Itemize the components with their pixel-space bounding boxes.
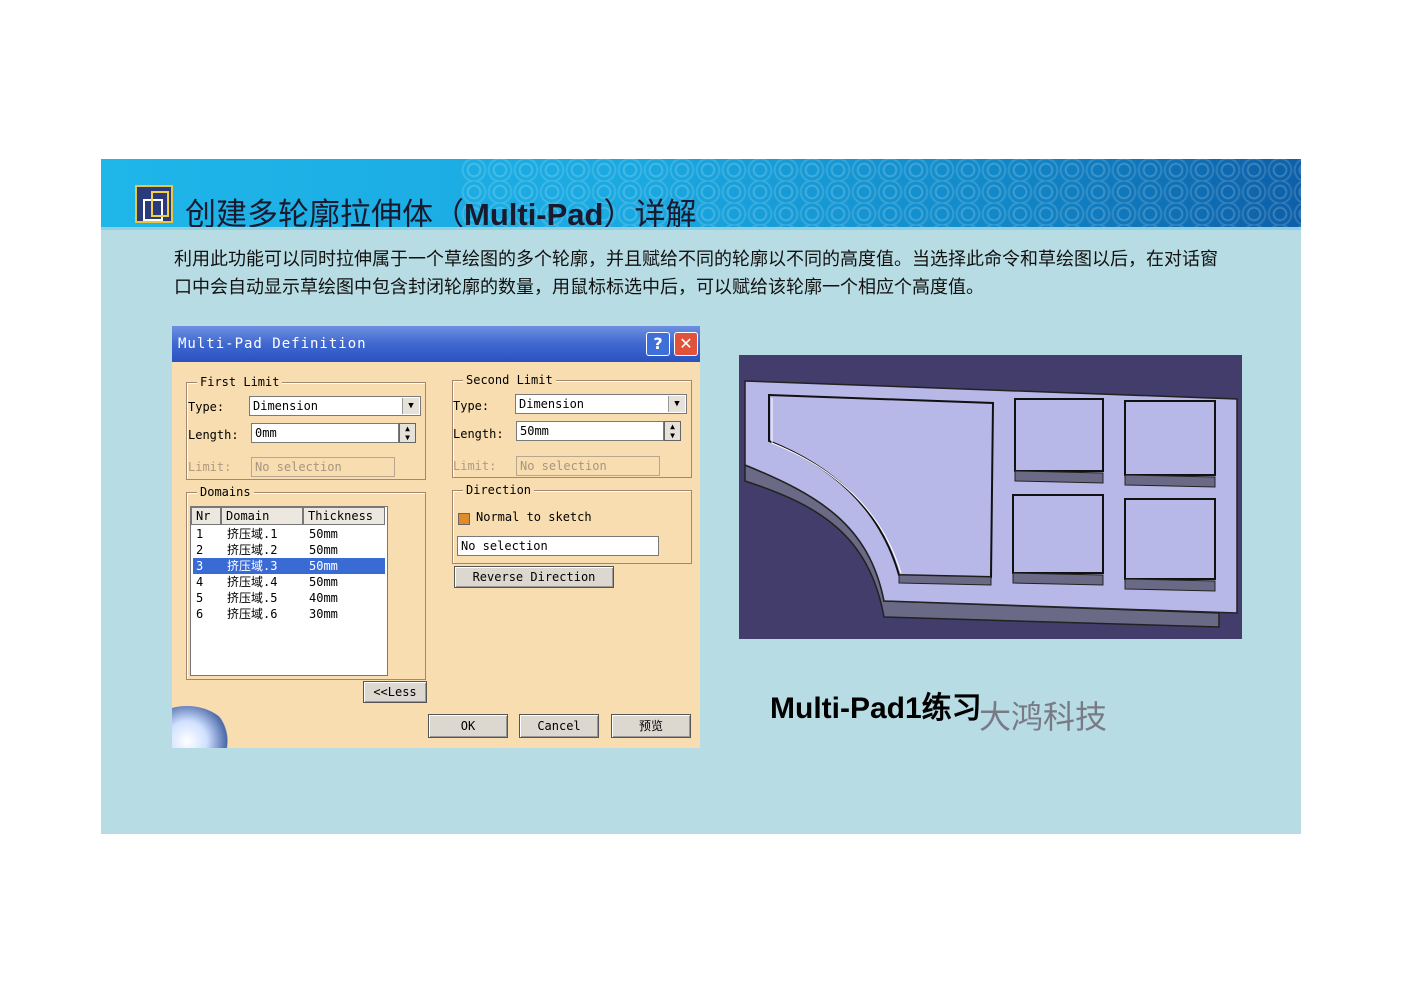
less-button[interactable]: <<Less [363, 681, 427, 703]
row-nr: 3 [196, 559, 204, 573]
row-thickness: 50mm [309, 559, 338, 573]
row-thickness: 40mm [309, 591, 338, 605]
second-type-value: Dimension [519, 397, 585, 411]
first-limit-field-label: Limit: [188, 460, 232, 474]
direction-label: Direction [463, 483, 535, 497]
decorative-glow [172, 706, 232, 748]
table-row[interactable]: 5 挤压域.5 40mm [193, 590, 385, 606]
first-length-label: Length: [188, 428, 239, 442]
normal-to-sketch-checkbox[interactable] [458, 513, 470, 525]
chevron-down-icon[interactable]: ▼ [668, 396, 685, 412]
second-type-select[interactable]: Dimension ▼ [515, 394, 687, 414]
table-row-selected[interactable]: 3 挤压域.3 50mm [193, 558, 385, 574]
row-nr: 6 [196, 607, 204, 621]
direction-selection-field[interactable]: No selection [457, 536, 659, 556]
first-limit-label: First Limit [197, 375, 283, 389]
second-length-spinner-icon[interactable]: ▲ ▼ [664, 421, 681, 441]
row-domain: 挤压域.5 [227, 591, 278, 605]
first-type-select[interactable]: Dimension ▼ [249, 396, 421, 416]
second-type-label: Type: [453, 399, 490, 413]
first-length-spinner-icon[interactable]: ▲ ▼ [399, 423, 416, 443]
domains-list[interactable]: Nr Domain Thickness 1 挤压域.1 50mm 2 挤压域.2… [190, 506, 388, 676]
close-button[interactable]: ✕ [674, 332, 698, 356]
page-title: 创建多轮廓拉伸体（Multi-Pad）详解 [185, 197, 697, 229]
domains-label: Domains [197, 485, 254, 499]
second-length-label: Length: [453, 427, 504, 441]
row-domain: 挤压域.1 [227, 527, 278, 541]
dialog-title: Multi-Pad Definition [178, 336, 367, 352]
first-type-value: Dimension [253, 399, 319, 413]
row-nr: 5 [196, 591, 204, 605]
dialog-titlebar[interactable]: Multi-Pad Definition ? ✕ [172, 326, 700, 362]
description-text: 利用此功能可以同时拉伸属于一个草绘图的多个轮廓，并且赋给不同的轮廓以不同的高度值… [174, 249, 1218, 298]
row-nr: 2 [196, 543, 204, 557]
second-length-input[interactable]: 50mm [516, 421, 664, 441]
exercise-caption: Multi-Pad1练习 [770, 692, 982, 725]
multi-pad-model-image [744, 380, 1238, 628]
title-banner: 创建多轮廓拉伸体（Multi-Pad）详解 [101, 159, 1301, 229]
slide: 创建多轮廓拉伸体（Multi-Pad）详解 利用此功能可以同时拉伸属于一个草绘图… [101, 159, 1301, 834]
ok-button[interactable]: OK [428, 714, 508, 738]
table-row[interactable]: 1 挤压域.1 50mm [193, 526, 385, 542]
first-limit-selection: No selection [251, 457, 395, 477]
multi-pad-icon [135, 185, 173, 223]
row-domain: 挤压域.2 [227, 543, 278, 557]
row-thickness: 50mm [309, 527, 338, 541]
chevron-down-icon[interactable]: ▼ [402, 398, 419, 414]
row-domain: 挤压域.6 [227, 607, 278, 621]
row-nr: 4 [196, 575, 204, 589]
second-limit-label: Second Limit [463, 373, 556, 387]
table-row[interactable]: 6 挤压域.6 30mm [193, 606, 385, 622]
row-nr: 1 [196, 527, 204, 541]
row-thickness: 50mm [309, 543, 338, 557]
second-limit-selection: No selection [516, 456, 660, 476]
model-viewport [739, 355, 1242, 639]
preview-button[interactable]: 预览 [611, 714, 691, 738]
watermark-text: 大鸿科技 [979, 698, 1108, 736]
first-length-input[interactable]: 0mm [251, 423, 399, 443]
table-row[interactable]: 2 挤压域.2 50mm [193, 542, 385, 558]
table-row[interactable]: 4 挤压域.4 50mm [193, 574, 385, 590]
second-limit-field-label: Limit: [453, 459, 497, 473]
banner-divider [101, 227, 1301, 230]
row-thickness: 30mm [309, 607, 338, 621]
column-header-thickness[interactable]: Thickness [303, 507, 385, 525]
normal-to-sketch-label: Normal to sketch [476, 510, 592, 524]
column-header-nr[interactable]: Nr [191, 507, 221, 525]
multi-pad-dialog: Multi-Pad Definition ? ✕ First Limit Typ… [172, 326, 700, 748]
reverse-direction-button[interactable]: Reverse Direction [454, 566, 614, 588]
cancel-button[interactable]: Cancel [519, 714, 599, 738]
column-header-domain[interactable]: Domain [221, 507, 303, 525]
row-thickness: 50mm [309, 575, 338, 589]
row-domain: 挤压域.4 [227, 575, 278, 589]
first-type-label: Type: [188, 400, 225, 414]
help-button[interactable]: ? [646, 332, 670, 356]
row-domain: 挤压域.3 [227, 559, 278, 573]
